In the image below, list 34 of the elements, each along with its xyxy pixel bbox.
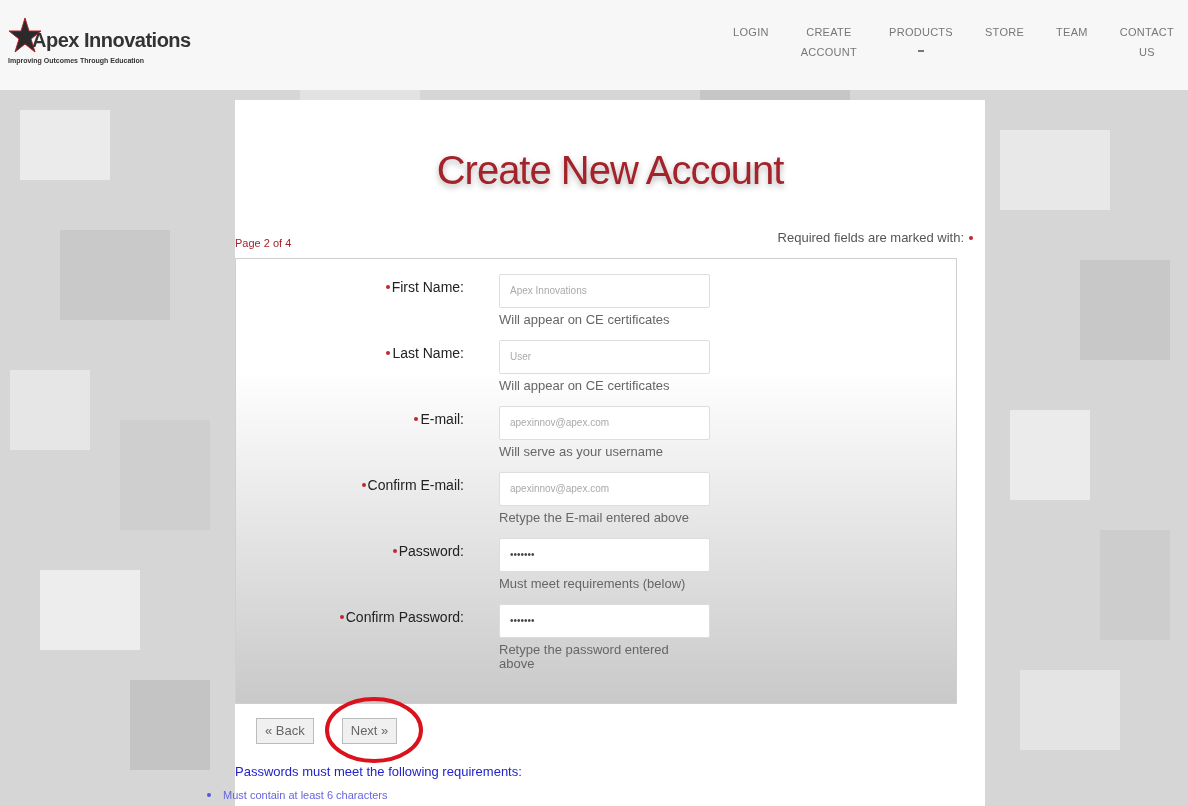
nav-link[interactable]: LOGIN (733, 22, 769, 62)
page-title: Create New Account (435, 150, 785, 190)
field-label: Last Name: (392, 343, 464, 363)
nav-button[interactable]: « Back (256, 717, 314, 744)
field-hint: Will appear on CE certificates (499, 378, 671, 393)
nav-link[interactable]: STORE (985, 22, 1025, 62)
logo-name: Apex Innovations (32, 30, 191, 50)
nav-link[interactable]: CONTACT US (1119, 22, 1174, 62)
nav-link[interactable]: PRODUCTS (889, 22, 953, 62)
requirements-heading: Passwords must meet the following requirements: (235, 762, 523, 781)
nav-button[interactable]: Next » (341, 717, 398, 744)
required-note: Required fields are marked with: (777, 229, 964, 247)
field-label: Confirm Password: (345, 607, 464, 627)
caret-icon (918, 50, 924, 52)
field-label: E-mail: (420, 409, 464, 429)
input-field[interactable]: Apex Innovations (499, 273, 710, 308)
field-label: Confirm E-mail: (367, 475, 464, 495)
step-indicator: Page 2 of 4 (235, 236, 292, 251)
field-hint: Must meet requirements (below) (499, 576, 687, 591)
field-label: Password: (398, 541, 464, 561)
nav-link[interactable]: CREATE ACCOUNT (800, 22, 858, 62)
requirement-item: Must contain at least 6 characters (223, 788, 388, 803)
nav-link[interactable]: TEAM (1056, 22, 1088, 62)
field-label: First Name: (391, 277, 464, 297)
bullet-icon (207, 793, 211, 798)
field-hint: Retype the password entered above (499, 642, 670, 671)
input-field[interactable]: apexinnov@apex.com (499, 405, 710, 440)
input-field[interactable]: User (499, 339, 710, 374)
field-hint: Will appear on CE certificates (499, 312, 671, 327)
input-field[interactable]: apexinnov@apex.com (499, 471, 710, 506)
input-field[interactable]: ••••••• (499, 603, 710, 638)
field-hint: Will serve as your username (499, 444, 664, 459)
field-hint: Retype the E-mail entered above (499, 510, 691, 525)
input-field[interactable]: ••••••• (499, 537, 710, 572)
